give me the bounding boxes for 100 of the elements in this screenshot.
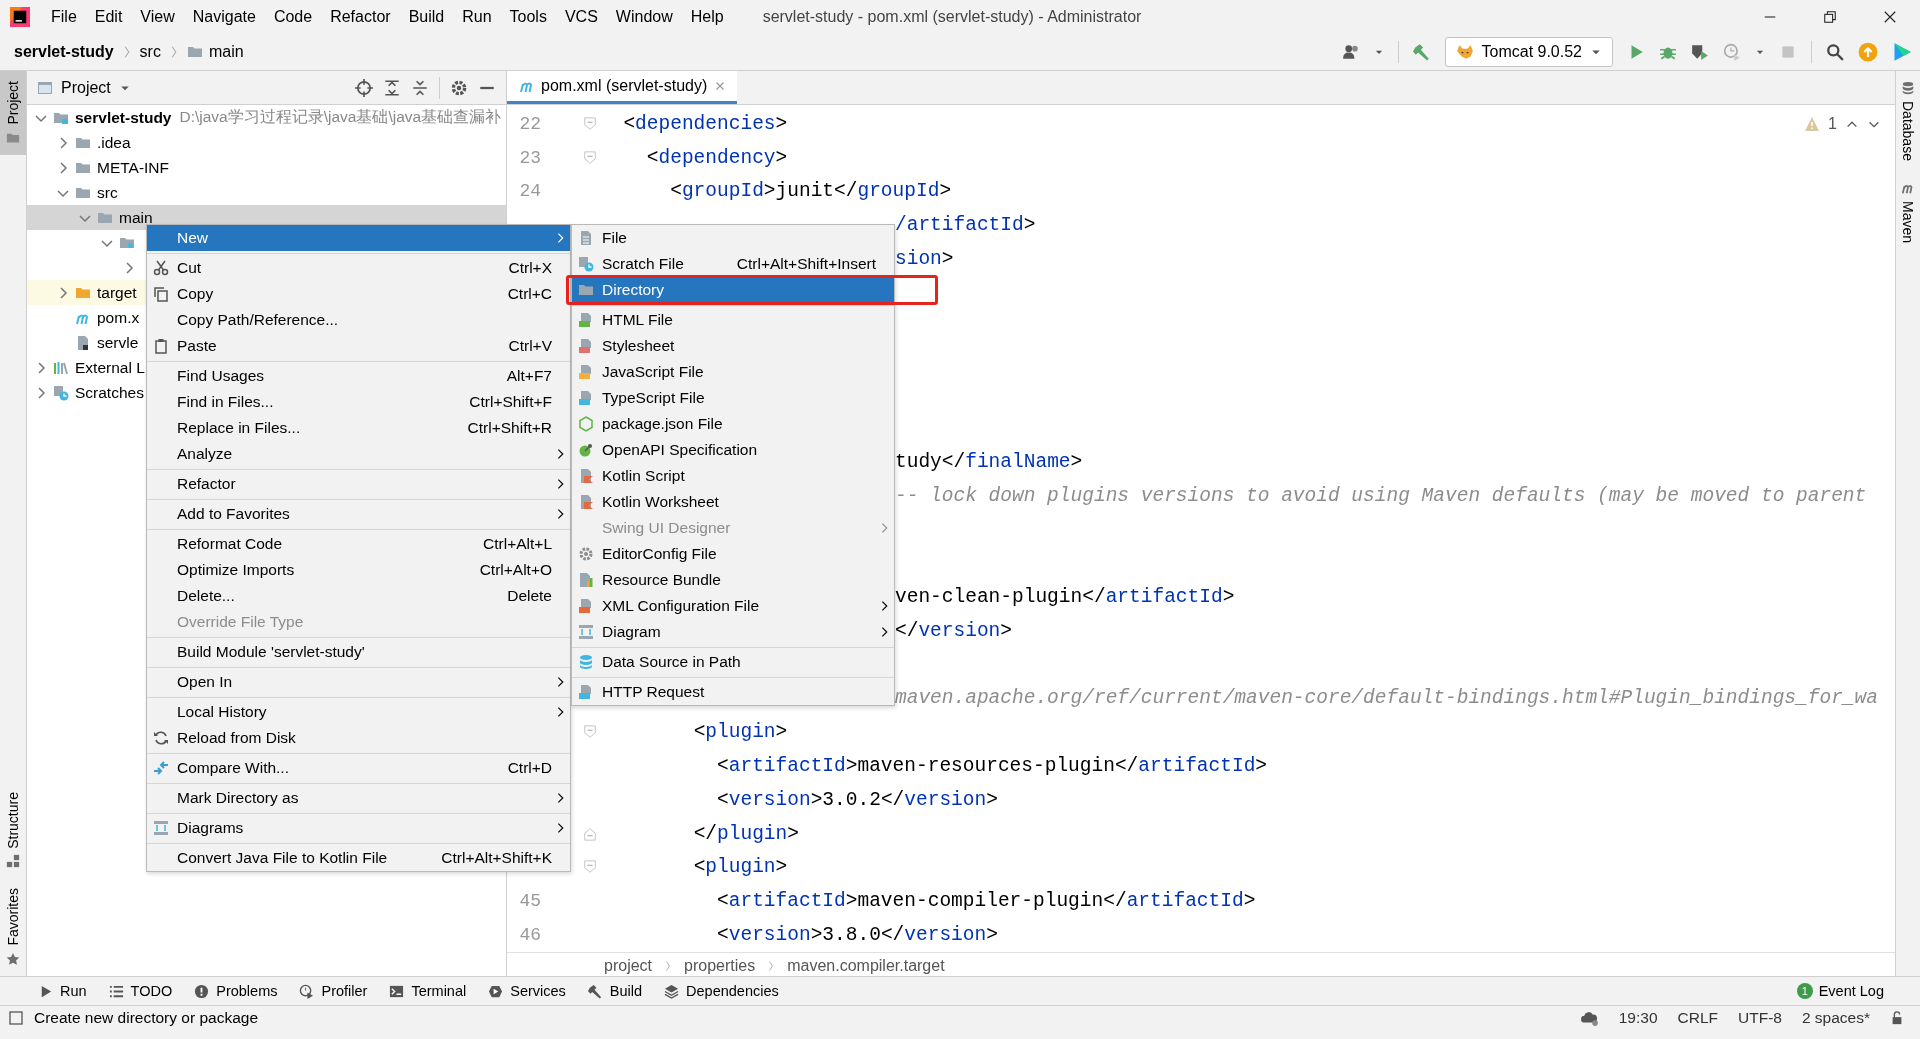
fold-marker-icon[interactable]	[583, 826, 597, 841]
menu-bar-item[interactable]: Refactor	[321, 8, 400, 26]
expand-all-icon[interactable]	[383, 78, 401, 97]
run-configuration-dropdown[interactable]: Tomcat 9.0.52	[1444, 37, 1613, 67]
warning-count[interactable]: 1	[1828, 115, 1837, 133]
menu-bar-item[interactable]: Tools	[500, 8, 556, 26]
tree-item[interactable]: .idea	[97, 133, 131, 152]
fold-marker-icon[interactable]	[583, 150, 597, 165]
tool-window-button[interactable]: Dependencies	[664, 983, 779, 999]
tool-window-button[interactable]: Services	[488, 983, 566, 999]
tree-item[interactable]: External L	[75, 358, 145, 377]
breadcrumb[interactable]: properties	[684, 957, 756, 976]
tree-item[interactable]: src	[97, 183, 118, 202]
tool-window-tab[interactable]: Project	[0, 71, 26, 155]
menu-bar-item[interactable]: Navigate	[183, 8, 265, 26]
menu-item[interactable]: HTTP Request	[572, 679, 894, 705]
menu-item[interactable]: TypeScript File	[572, 385, 894, 411]
tool-window-button[interactable]: Run	[38, 983, 87, 999]
crosshair-icon[interactable]	[355, 78, 373, 97]
tree-item[interactable]: main	[119, 208, 153, 227]
menu-item[interactable]: Optimize Imports Ctrl+Alt+O	[147, 557, 570, 583]
menu-bar-item[interactable]: Code	[264, 8, 322, 26]
menu-item[interactable]: Reformat Code Ctrl+Alt+L	[147, 531, 570, 557]
menu-item[interactable]: Directory	[572, 277, 894, 303]
tool-window-button[interactable]: Terminal	[389, 983, 467, 999]
tree-item[interactable]: servle	[97, 333, 139, 352]
breadcrumb[interactable]: maven.compiler.target	[787, 957, 945, 976]
menu-item[interactable]: EditorConfig File	[572, 541, 894, 567]
menu-item[interactable]: Analyze	[147, 441, 570, 467]
editor-tab[interactable]: pom.xml (servlet-study)	[507, 71, 738, 104]
tree-item[interactable]: pom.x	[97, 308, 140, 327]
menu-item[interactable]: Kotlin Script	[572, 463, 894, 489]
tree-item[interactable]: servlet-study	[75, 108, 172, 127]
tool-window-tab[interactable]: Maven	[1896, 170, 1920, 253]
menu-item[interactable]: HTML File	[572, 307, 894, 333]
hammer-icon[interactable]	[1412, 43, 1431, 61]
menu-item[interactable]: Find Usages Alt+F7	[147, 363, 570, 389]
menu-item[interactable]: Data Source in Path	[572, 649, 894, 675]
menu-item[interactable]: XML Configuration File	[572, 593, 894, 619]
lock-icon[interactable]	[1890, 1011, 1904, 1025]
fold-marker-icon[interactable]	[583, 725, 597, 740]
cloud-gear-icon[interactable]	[1580, 1009, 1599, 1027]
status-item[interactable]: CRLF	[1677, 1009, 1718, 1027]
menu-bar-item[interactable]: VCS	[555, 8, 607, 26]
menu-item[interactable]: package.json File	[572, 411, 894, 437]
menu-item[interactable]: JavaScript File	[572, 359, 894, 385]
breadcrumb[interactable]: src	[139, 43, 161, 61]
app-logo-icon[interactable]	[10, 7, 30, 27]
menu-item[interactable]: New	[147, 225, 570, 251]
menu-item[interactable]: OpenAPI Specification	[572, 437, 894, 463]
menu-item[interactable]: Build Module 'servlet-study'	[147, 639, 570, 665]
tool-window-tab[interactable]: Database	[1896, 71, 1920, 171]
menu-item[interactable]: Convert Java File to Kotlin File Ctrl+Alt+Shift+K	[147, 845, 570, 871]
breadcrumb[interactable]: project	[604, 957, 653, 976]
search-icon[interactable]	[1826, 43, 1844, 61]
menu-bar-item[interactable]: File	[42, 8, 86, 26]
menu-bar-item[interactable]: View	[131, 8, 184, 26]
event-log-button[interactable]: 1 Event Log	[1796, 983, 1884, 999]
gear-icon[interactable]	[450, 78, 468, 97]
menu-item[interactable]: Diagrams	[147, 815, 570, 841]
fold-marker-icon[interactable]	[583, 116, 597, 131]
menu-item[interactable]: Kotlin Worksheet	[572, 489, 894, 515]
menu-item[interactable]: Copy Path/Reference...	[147, 307, 570, 333]
tool-window-tab[interactable]: Favorites	[0, 878, 26, 976]
menu-item[interactable]: Diagram	[572, 619, 894, 645]
logo-icon[interactable]	[1892, 42, 1912, 62]
tree-item[interactable]: META-INF	[97, 158, 170, 177]
menu-item[interactable]: File	[572, 225, 894, 251]
tool-window-button[interactable]: TODO	[108, 983, 173, 999]
menu-item[interactable]: Refactor	[147, 471, 570, 497]
menu-item[interactable]: Add to Favorites	[147, 501, 570, 527]
status-item[interactable]: 2 spaces*	[1801, 1009, 1870, 1027]
menu-item[interactable]: Paste Ctrl+V	[147, 333, 570, 359]
tool-window-button[interactable]: Profiler	[299, 983, 368, 999]
menu-item[interactable]: Replace in Files... Ctrl+Shift+R	[147, 415, 570, 441]
breadcrumb[interactable]: main	[186, 43, 244, 61]
tree-item[interactable]: target	[97, 283, 137, 302]
tool-window-tab[interactable]: Structure	[0, 781, 26, 879]
menu-item[interactable]: Delete... Delete	[147, 583, 570, 609]
fold-marker-icon[interactable]	[583, 860, 597, 875]
menu-item[interactable]: Compare With... Ctrl+D	[147, 755, 570, 781]
menu-item[interactable]: Find in Files... Ctrl+Shift+F	[147, 389, 570, 415]
tree-item[interactable]: Scratches	[75, 383, 144, 402]
menu-item[interactable]: Reload from Disk	[147, 725, 570, 751]
menu-item[interactable]: Local History	[147, 699, 570, 725]
menu-item[interactable]: Stylesheet	[572, 333, 894, 359]
tool-window-button[interactable]: Problems	[194, 983, 278, 999]
menu-bar-item[interactable]: Help	[681, 8, 733, 26]
menu-item[interactable]: Copy Ctrl+C	[147, 281, 570, 307]
menu-bar-item[interactable]: Run	[453, 8, 501, 26]
menu-item[interactable]: Scratch File Ctrl+Alt+Shift+Insert	[572, 251, 894, 277]
breadcrumb[interactable]: servlet-study	[14, 43, 114, 61]
menu-bar-item[interactable]: Edit	[85, 8, 132, 26]
square-icon[interactable]	[8, 1010, 24, 1026]
collapse-all-icon[interactable]	[411, 78, 429, 97]
menu-item[interactable]: Resource Bundle	[572, 567, 894, 593]
user-icon[interactable]	[1341, 43, 1360, 61]
menu-item[interactable]: Mark Directory as	[147, 785, 570, 811]
menu-item[interactable]: Cut Ctrl+X	[147, 255, 570, 281]
status-item[interactable]: UTF-8	[1738, 1009, 1782, 1027]
